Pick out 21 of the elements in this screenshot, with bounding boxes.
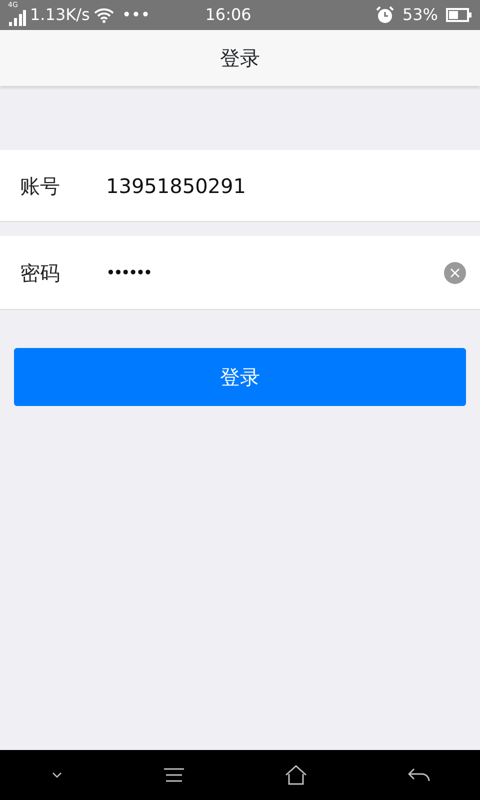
battery-percent: 53% — [402, 4, 438, 26]
password-value: •••••• — [106, 262, 151, 284]
home-icon[interactable] — [284, 765, 306, 785]
status-time: 16:06 — [204, 4, 252, 26]
account-label: 账号 — [20, 173, 61, 200]
back-icon[interactable] — [408, 768, 430, 782]
menu-icon[interactable] — [164, 768, 184, 782]
account-field[interactable]: 账号 13951850291 — [0, 150, 480, 222]
password-label: 密码 — [20, 260, 61, 287]
account-value: 13951850291 — [106, 173, 246, 200]
password-field[interactable]: 密码 •••••• — [0, 236, 480, 310]
signal-icon — [8, 10, 26, 26]
login-button[interactable]: 登录 — [14, 348, 466, 406]
battery-icon — [446, 8, 472, 22]
page-title: 登录 — [220, 45, 260, 72]
clear-icon[interactable] — [444, 262, 466, 284]
alarm-icon — [376, 6, 394, 24]
chevron-down-icon[interactable] — [50, 771, 62, 779]
wifi-icon — [94, 7, 114, 23]
network-speed: 1.13K/s — [30, 4, 90, 26]
more-indicator: ••• — [122, 4, 150, 26]
